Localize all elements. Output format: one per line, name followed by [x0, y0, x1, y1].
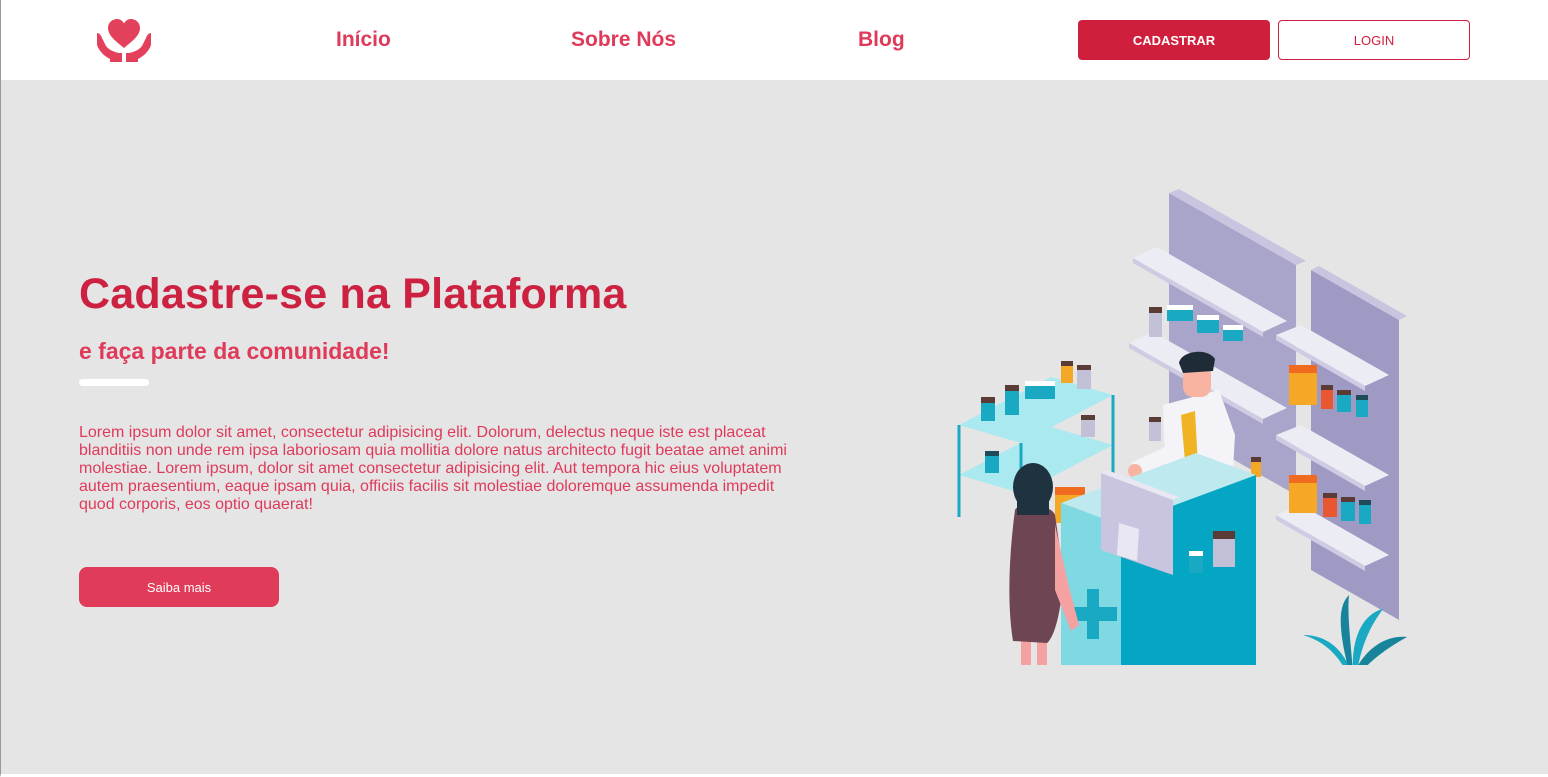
pharmacy-counter-illustration — [957, 189, 1407, 665]
page: Início Sobre Nós Blog CADASTRAR LOGIN Ca… — [0, 0, 1548, 777]
signup-button[interactable]: CADASTRAR — [1078, 20, 1270, 60]
navbar: Início Sobre Nós Blog CADASTRAR LOGIN — [1, 0, 1548, 80]
learn-more-button[interactable]: Saiba mais — [79, 567, 279, 607]
nav-link-sobre-nos[interactable]: Sobre Nós — [571, 28, 676, 52]
hero-title: Cadastre-se na Plataforma — [79, 270, 627, 318]
nav-link-inicio[interactable]: Início — [336, 28, 391, 52]
hero-section: Cadastre-se na Plataforma e faça parte d… — [1, 80, 1548, 774]
customer-dress — [1009, 505, 1063, 643]
nav-link-blog[interactable]: Blog — [858, 28, 905, 52]
hero-description: Lorem ipsum dolor sit amet, consectetur … — [79, 424, 787, 513]
hero-subtitle: e faça parte da comunidade! — [79, 338, 390, 364]
login-button[interactable]: LOGIN — [1278, 20, 1470, 60]
heart-in-hands-icon[interactable] — [95, 15, 153, 63]
hero-divider — [79, 379, 149, 386]
